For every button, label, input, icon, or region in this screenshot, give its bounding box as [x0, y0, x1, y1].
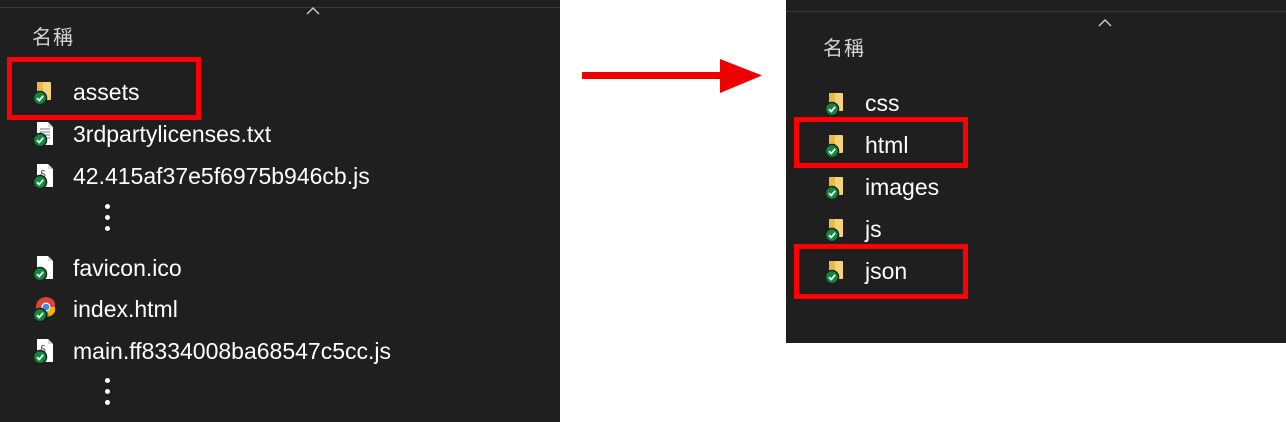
file-name: main.ff8334008ba68547c5cc.js	[73, 337, 391, 364]
folder-icon	[825, 174, 847, 200]
left-file-explorer: 名稱 assets 3rdpartylicenses.txt § 42.415a…	[0, 0, 560, 422]
folder-name: js	[865, 215, 882, 242]
right-arrow-icon	[582, 59, 762, 93]
file-row-index-html[interactable]: index.html	[33, 290, 178, 328]
file-row-42-js[interactable]: § 42.415af37e5f6975b946cb.js	[33, 157, 370, 195]
header-divider	[0, 7, 560, 8]
header-divider	[786, 11, 1286, 12]
script-file-icon: §	[33, 163, 55, 189]
blank-file-icon	[33, 255, 55, 281]
folder-icon	[33, 79, 55, 105]
folder-row-images[interactable]: images	[825, 168, 939, 206]
file-row-assets[interactable]: assets	[33, 73, 139, 111]
script-file-icon: §	[33, 338, 55, 364]
file-row-3rdpartylicenses[interactable]: 3rdpartylicenses.txt	[33, 115, 271, 153]
sort-ascending-icon[interactable]	[306, 6, 320, 16]
text-file-icon	[33, 121, 55, 147]
name-column-header[interactable]: 名稱	[32, 21, 74, 50]
folder-row-css[interactable]: css	[825, 84, 900, 122]
folder-icon	[825, 216, 847, 242]
chrome-icon	[33, 296, 55, 322]
folder-row-html[interactable]: html	[825, 126, 908, 164]
file-name: assets	[73, 78, 140, 105]
right-file-explorer: 名稱 css html images js json	[786, 0, 1286, 343]
folder-row-js[interactable]: js	[825, 210, 882, 248]
sort-ascending-icon[interactable]	[1098, 18, 1112, 28]
folder-name: images	[865, 173, 940, 200]
more-items-ellipsis	[105, 378, 111, 405]
file-row-favicon[interactable]: favicon.ico	[33, 249, 182, 287]
file-row-main-js[interactable]: § main.ff8334008ba68547c5cc.js	[33, 332, 391, 370]
folder-icon	[825, 258, 847, 284]
folder-row-json[interactable]: json	[825, 252, 907, 290]
more-items-ellipsis	[105, 204, 111, 231]
folder-name: json	[865, 257, 908, 284]
folder-icon	[825, 132, 847, 158]
name-column-header[interactable]: 名稱	[823, 32, 865, 61]
folder-icon	[825, 90, 847, 116]
folder-name: css	[865, 89, 900, 116]
file-name: favicon.ico	[73, 254, 182, 281]
folder-name: html	[865, 131, 909, 158]
file-name: 3rdpartylicenses.txt	[73, 120, 272, 147]
file-name: 42.415af37e5f6975b946cb.js	[73, 162, 370, 189]
file-name: index.html	[73, 295, 178, 322]
